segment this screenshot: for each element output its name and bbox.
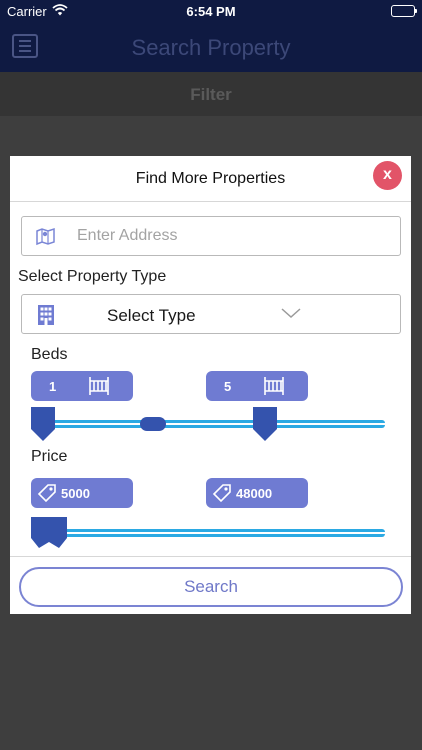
crib-icon [89, 377, 109, 395]
chevron-down-icon [280, 306, 302, 325]
property-type-select[interactable]: Select Type [21, 294, 401, 334]
map-icon [36, 226, 56, 251]
beds-max-value: 5 [224, 379, 232, 394]
property-type-label: Select Property Type [18, 268, 167, 285]
nav-bar: Search Property [0, 24, 422, 72]
beds-max-handle[interactable] [252, 406, 278, 442]
page-title: Search Property [131, 35, 291, 60]
modal-header: Find More Properties x [10, 156, 411, 202]
beds-min-badge: 1 [31, 371, 133, 401]
price-tag-icon [37, 484, 56, 503]
price-label: Price [31, 448, 68, 465]
price-slider-handle[interactable] [30, 516, 68, 550]
battery-icon [391, 5, 417, 17]
beds-slider-midpoint[interactable] [140, 417, 166, 431]
beds-slider-track[interactable] [32, 420, 385, 428]
property-type-value: Select Type [107, 306, 196, 325]
modal-title: Find More Properties [135, 170, 286, 187]
price-min-badge: 5000 [31, 478, 133, 508]
address-field[interactable] [21, 216, 401, 256]
price-min-value: 5000 [61, 486, 90, 501]
beds-label: Beds [31, 346, 68, 363]
filter-bar: Filter [0, 72, 422, 116]
address-input[interactable] [77, 225, 377, 247]
status-bar: Carrier 6:54 PM [0, 0, 422, 24]
status-time: 6:54 PM [186, 4, 236, 19]
modal-divider [10, 556, 411, 557]
price-slider-track[interactable] [32, 529, 385, 537]
crib-icon [264, 377, 284, 395]
price-max-value: 48000 [236, 486, 273, 501]
building-icon [37, 304, 55, 331]
price-max-badge: 48000 [206, 478, 308, 508]
filter-title: Filter [190, 85, 232, 104]
beds-min-value: 1 [49, 379, 57, 394]
price-tag-icon [212, 484, 231, 503]
filter-modal: Find More Properties x Select Property T… [10, 156, 411, 614]
close-button[interactable]: x [373, 161, 402, 190]
beds-max-badge: 5 [206, 371, 308, 401]
beds-min-handle[interactable] [30, 406, 56, 442]
search-button[interactable]: Search [19, 567, 403, 607]
